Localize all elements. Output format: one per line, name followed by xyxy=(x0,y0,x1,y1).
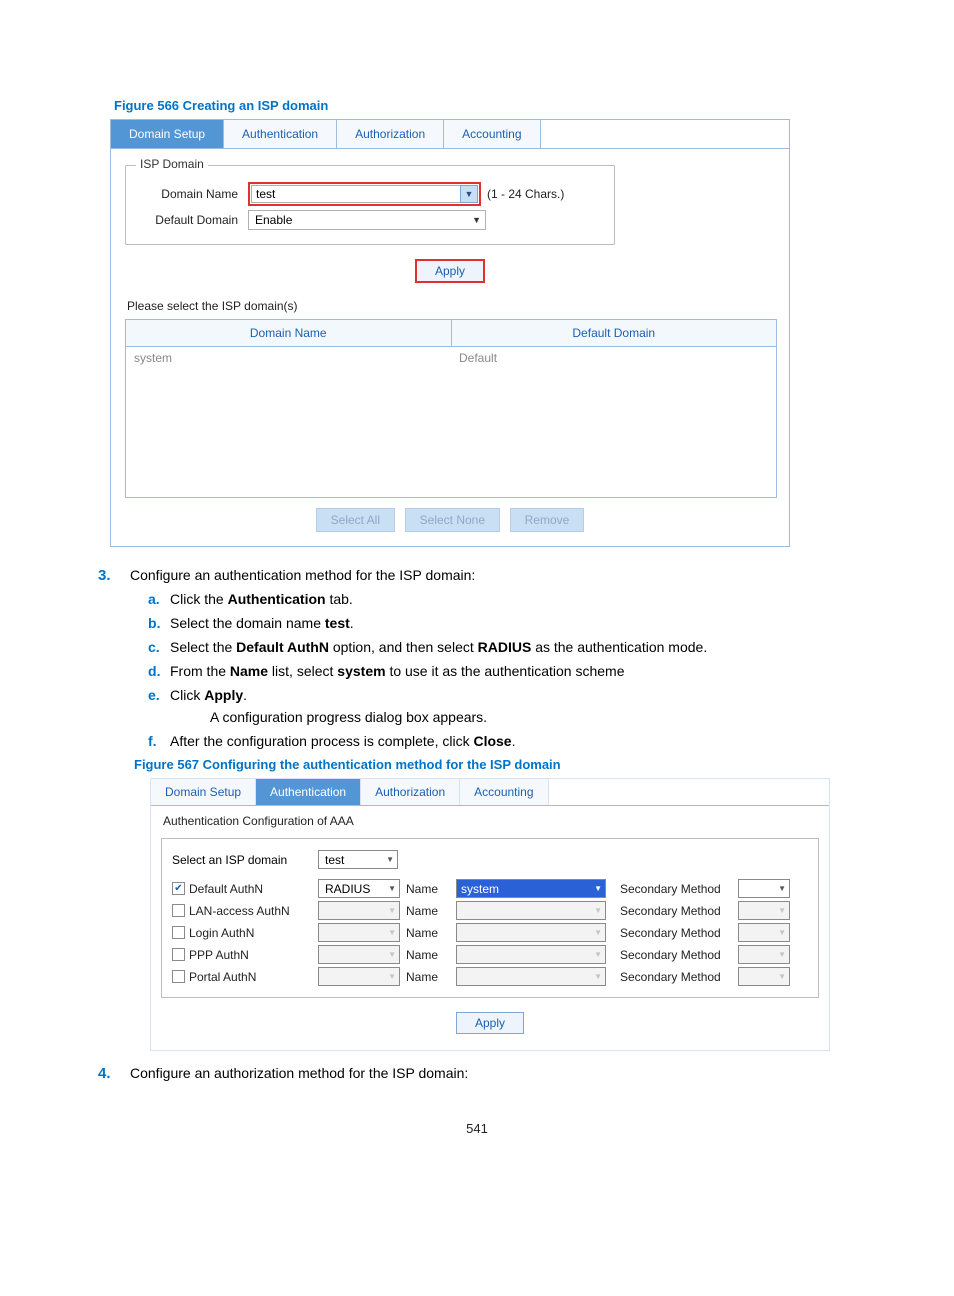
method-select: ▼ xyxy=(318,901,400,920)
tab-authorization[interactable]: Authorization xyxy=(361,779,460,805)
checkbox-icon[interactable] xyxy=(172,904,185,917)
page-number: 541 xyxy=(90,1121,864,1136)
select-none-button[interactable]: Select None xyxy=(405,508,500,532)
name-label: Name xyxy=(406,970,450,984)
tab-authentication[interactable]: Authentication xyxy=(224,120,337,148)
figure-567-caption: Figure 567 Configuring the authenticatio… xyxy=(134,757,864,772)
auth-checkbox-wrap[interactable]: PPP AuthN xyxy=(172,948,312,962)
secondary-method-select[interactable]: ▼ xyxy=(738,879,790,898)
col-default-domain[interactable]: Default Domain xyxy=(452,320,777,346)
auth-row-label: Default AuthN xyxy=(189,882,263,896)
apply-button[interactable]: Apply xyxy=(456,1012,524,1034)
name-label: Name xyxy=(406,926,450,940)
checkbox-icon[interactable] xyxy=(172,882,185,895)
step-3a: Click the Authentication tab. xyxy=(148,591,864,607)
chevron-down-icon: ▼ xyxy=(472,215,481,225)
name-select: ▼ xyxy=(456,923,606,942)
step-4-lead: Configure an authorization method for th… xyxy=(130,1065,468,1081)
chevron-down-icon[interactable]: ▼ xyxy=(460,185,478,203)
auth-row-label: LAN-access AuthN xyxy=(189,904,290,918)
cell-default: Default xyxy=(451,347,776,369)
auth-row-label: Login AuthN xyxy=(189,926,254,940)
figure-566-screenshot: Domain Setup Authentication Authorizatio… xyxy=(110,119,864,547)
method-select: ▼ xyxy=(318,967,400,986)
tab-domain-setup[interactable]: Domain Setup xyxy=(151,779,256,805)
auth-row: Default AuthN RADIUS▼ Name system▼ Secondary… xyxy=(172,879,808,898)
name-select[interactable]: system▼ xyxy=(456,879,606,898)
tab-authentication[interactable]: Authentication xyxy=(256,779,361,805)
auth-row: PPP AuthN ▼ Name ▼ Secondary Method ▼ xyxy=(172,945,808,964)
domain-table: Domain Name Default Domain system Defaul… xyxy=(125,319,777,498)
name-select: ▼ xyxy=(456,967,606,986)
auth-checkbox-wrap[interactable]: Portal AuthN xyxy=(172,970,312,984)
apply-button[interactable]: Apply xyxy=(415,259,485,283)
tab-authorization[interactable]: Authorization xyxy=(337,120,444,148)
step-3-lead: Configure an authentication method for t… xyxy=(130,567,475,583)
tab-accounting[interactable]: Accounting xyxy=(460,779,548,805)
select-domain-prompt: Please select the ISP domain(s) xyxy=(127,299,775,313)
domain-name-input-wrap: ▼ xyxy=(248,182,481,206)
auth-checkbox-wrap[interactable]: Login AuthN xyxy=(172,926,312,940)
name-label: Name xyxy=(406,948,450,962)
auth-config-title: Authentication Configuration of AAA xyxy=(163,814,819,828)
secondary-method-select: ▼ xyxy=(738,945,790,964)
select-all-button[interactable]: Select All xyxy=(316,508,395,532)
auth-row-label: PPP AuthN xyxy=(189,948,249,962)
checkbox-icon[interactable] xyxy=(172,970,185,983)
name-select: ▼ xyxy=(456,901,606,920)
auth-checkbox-wrap[interactable]: Default AuthN xyxy=(172,882,312,896)
select-isp-domain-label: Select an ISP domain xyxy=(172,853,312,867)
default-domain-select[interactable]: Enable ▼ xyxy=(248,210,486,230)
auth-row-label: Portal AuthN xyxy=(189,970,256,984)
step-3b: Select the domain name test. xyxy=(148,615,864,631)
auth-row: LAN-access AuthN ▼ Name ▼ Secondary Method ▼ xyxy=(172,901,808,920)
auth-checkbox-wrap[interactable]: LAN-access AuthN xyxy=(172,904,312,918)
method-select: ▼ xyxy=(318,945,400,964)
auth-row: Login AuthN ▼ Name ▼ Secondary Method ▼ xyxy=(172,923,808,942)
isp-domain-fieldset: ISP Domain Domain Name ▼ (1 - 24 Chars.)… xyxy=(125,165,615,245)
default-domain-label: Default Domain xyxy=(138,213,248,227)
method-select[interactable]: RADIUS▼ xyxy=(318,879,400,898)
secondary-method-label: Secondary Method xyxy=(612,970,732,984)
remove-button[interactable]: Remove xyxy=(510,508,585,532)
tabbar-auth: Domain Setup Authentication Authorizatio… xyxy=(151,779,829,806)
name-label: Name xyxy=(406,904,450,918)
tabbar-domain: Domain Setup Authentication Authorizatio… xyxy=(110,119,790,149)
name-select: ▼ xyxy=(456,945,606,964)
method-select: ▼ xyxy=(318,923,400,942)
secondary-method-label: Secondary Method xyxy=(612,882,732,896)
tab-domain-setup[interactable]: Domain Setup xyxy=(111,120,224,148)
figure-567-screenshot: Domain Setup Authentication Authorizatio… xyxy=(150,778,830,1051)
step-3f: After the configuration process is compl… xyxy=(148,733,864,749)
secondary-method-label: Secondary Method xyxy=(612,948,732,962)
step-4: Configure an authorization method for th… xyxy=(108,1065,864,1081)
secondary-method-label: Secondary Method xyxy=(612,904,732,918)
checkbox-icon[interactable] xyxy=(172,948,185,961)
default-domain-value: Enable xyxy=(255,213,292,227)
step-3c: Select the Default AuthN option, and the… xyxy=(148,639,864,655)
figure-566-caption: Figure 566 Creating an ISP domain xyxy=(114,98,864,113)
step-3e: Click Apply. A configuration progress di… xyxy=(148,687,864,725)
secondary-method-select: ▼ xyxy=(738,923,790,942)
secondary-method-label: Secondary Method xyxy=(612,926,732,940)
auth-row: Portal AuthN ▼ Name ▼ Secondary Method ▼ xyxy=(172,967,808,986)
secondary-method-select: ▼ xyxy=(738,967,790,986)
domain-name-hint: (1 - 24 Chars.) xyxy=(487,187,564,201)
select-isp-domain[interactable]: test▼ xyxy=(318,850,398,869)
step-3e-note: A configuration progress dialog box appe… xyxy=(210,709,864,725)
name-label: Name xyxy=(406,882,450,896)
tab-accounting[interactable]: Accounting xyxy=(444,120,540,148)
col-domain-name[interactable]: Domain Name xyxy=(126,320,452,346)
isp-domain-legend: ISP Domain xyxy=(136,157,208,171)
cell-domain-name: system xyxy=(126,347,451,369)
secondary-method-select: ▼ xyxy=(738,901,790,920)
table-row[interactable]: system Default xyxy=(126,347,776,369)
step-3d: From the Name list, select system to use… xyxy=(148,663,864,679)
domain-name-label: Domain Name xyxy=(138,187,248,201)
checkbox-icon[interactable] xyxy=(172,926,185,939)
domain-name-input[interactable] xyxy=(251,185,461,203)
step-3: Configure an authentication method for t… xyxy=(108,567,864,1051)
chevron-down-icon: ▼ xyxy=(386,855,394,864)
auth-config-panel: Select an ISP domain test▼ Default AuthN… xyxy=(161,838,819,998)
